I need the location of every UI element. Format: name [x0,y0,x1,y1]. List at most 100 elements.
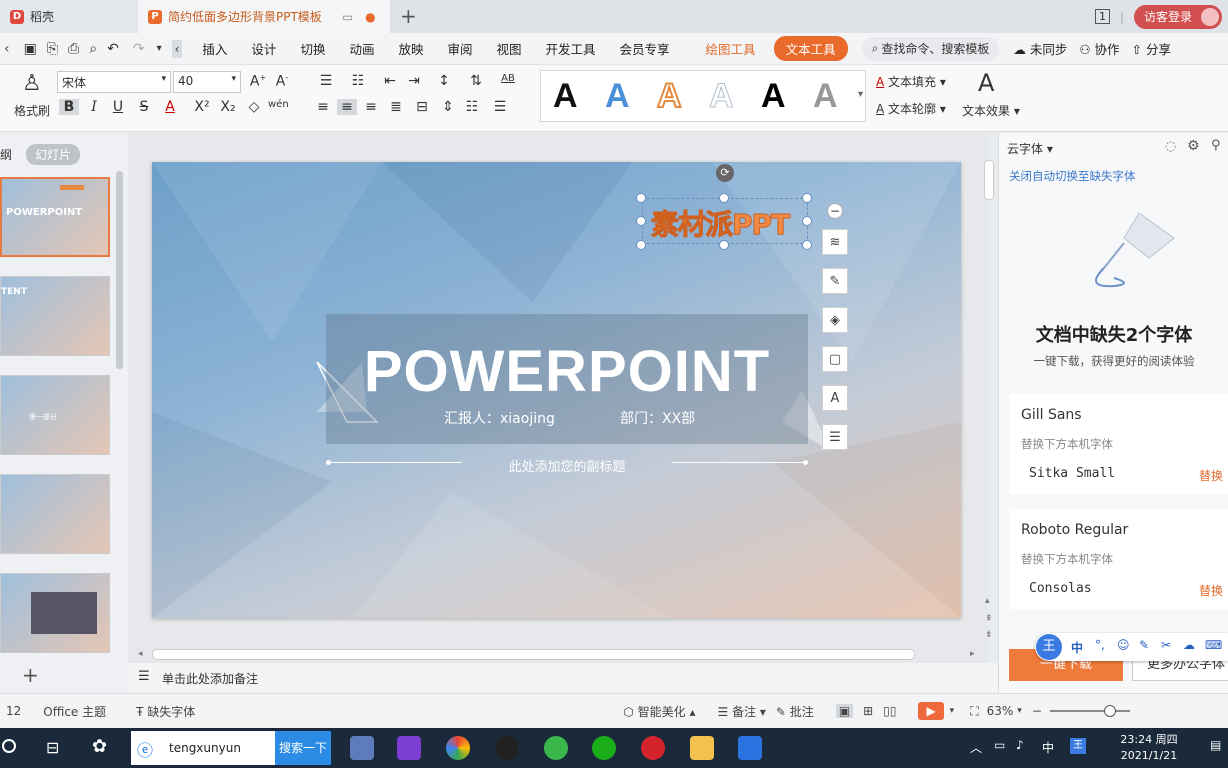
page-count-badge[interactable]: 1 [1094,9,1110,24]
menu-text-tools[interactable]: 文本工具 [773,36,848,61]
wordart-style-3[interactable]: A [656,76,683,116]
wps-writer-icon[interactable] [738,736,762,760]
notes-placeholder[interactable]: 单击此处添加备注 [162,670,258,687]
page-number[interactable]: 12 [6,704,21,718]
text-effect-icon[interactable]: A [978,69,994,97]
border-icon[interactable]: ▢ [822,346,848,372]
share-button[interactable]: ⇧ 分享 [1132,39,1171,58]
tab-document[interactable]: P 简约低面多边形背景PPT模板 ▭ ● [138,0,390,33]
zoom-slider-thumb[interactable] [1103,705,1116,717]
brush-icon[interactable]: ✎ [822,268,848,294]
ime-pen-icon[interactable]: ✎ [1139,638,1149,652]
menu-review[interactable]: 审阅 [447,39,472,58]
ime-logo-icon[interactable]: 王 [1036,634,1062,660]
new-tab-button[interactable]: + [400,4,417,28]
font-card-replacement[interactable]: Consolas [1029,581,1092,596]
shrink-font-icon[interactable]: A- [272,73,292,90]
battery-icon[interactable]: ▭ [994,738,1005,752]
gallery-more-icon[interactable]: ▾ [858,89,863,100]
netease-music-icon[interactable] [641,736,665,760]
rotate-handle-icon[interactable]: ⟳ [716,164,734,182]
menu-design[interactable]: 设计 [251,39,276,58]
ime-punct-icon[interactable]: °, [1095,638,1105,652]
ime-scissors-icon[interactable]: ✂ [1161,638,1171,652]
scroll-right-icon[interactable]: ▸ [970,649,975,659]
clock-time[interactable]: 23:24 周四 [1114,731,1184,747]
resize-handle[interactable] [802,193,812,203]
resize-handle[interactable] [802,216,812,226]
network-app-icon[interactable] [350,736,374,760]
text-effect-button[interactable]: 文本效果 ▾ [962,102,1020,119]
column-icon[interactable]: ☷ [462,99,482,115]
superscript-button[interactable]: X² [192,99,212,115]
ime-toolbar[interactable]: 王 中 °, ☺ ✎ ✂ ☁ ⌨ [1035,633,1228,661]
numbered-list-icon[interactable]: ☷ [348,73,368,89]
ime-lang-label[interactable]: 中 [1071,639,1083,656]
taskbar-search-box[interactable]: ⓔ tengxunyun [131,731,275,765]
volume-icon[interactable]: ♪ [1016,738,1024,752]
resize-handle[interactable] [636,216,646,226]
collapse-icon[interactable]: ‹ [171,39,183,58]
para-spacing-icon[interactable]: ⇕ [438,99,458,115]
tray-up-icon[interactable]: ︿ [970,739,982,756]
qq-icon[interactable] [495,736,519,760]
page-down-icon[interactable]: ⇟ [985,630,993,640]
subscript-button[interactable]: X₂ [218,99,238,115]
slide-panel-scrollbar[interactable] [116,171,123,369]
sync-button[interactable]: ☁ 未同步 [1013,39,1067,58]
shape-fill-icon[interactable]: ◈ [822,307,848,333]
layers-icon[interactable]: ≋ [822,229,848,255]
ime-tray-icon[interactable]: 王 [1070,738,1086,754]
clock-date[interactable]: 2021/1/21 [1114,749,1184,762]
chevron-left-icon[interactable]: ‹ [4,41,10,57]
file-explorer-icon[interactable] [690,736,714,760]
chrome-icon[interactable] [446,736,470,760]
slide-title[interactable]: POWERPOINT [326,338,808,405]
resize-handle[interactable] [802,240,812,250]
app-switch-icon[interactable]: ✿ [92,736,107,757]
undo-icon[interactable]: ↶ [107,41,119,57]
vertical-scrollbar[interactable] [984,160,994,200]
ime-keyboard-icon[interactable]: ⌨ [1205,638,1222,652]
play-options-icon[interactable]: ▾ [950,706,955,716]
resize-handle[interactable] [719,193,729,203]
zoom-slider[interactable] [1049,705,1130,717]
menu-transition[interactable]: 切换 [300,39,325,58]
tab-monitor-icon[interactable]: ▭ [342,10,353,24]
reporter-text[interactable]: 汇报人：xiaojing [444,408,555,428]
reading-view-icon[interactable]: ▯▯ [883,704,896,718]
line-spacing-icon[interactable]: ↕ [434,73,454,89]
cloud-font-header[interactable]: 云字体 ▾ [1007,140,1053,157]
font-card-replacement[interactable]: Sitka Small [1029,466,1115,481]
wechat-icon[interactable] [592,736,616,760]
visual-studio-icon[interactable] [397,736,421,760]
cortana-icon[interactable] [2,739,16,753]
notification-icon[interactable]: ▤ [1210,738,1221,752]
normal-view-icon[interactable]: ▣ [835,704,854,718]
menu-insert[interactable]: 插入 [202,39,227,58]
ab-icon[interactable]: AB [498,73,518,84]
login-button[interactable]: 访客登录 [1133,4,1222,29]
font-color-button[interactable]: A [160,99,180,115]
print-icon[interactable]: ⎙ [68,41,79,57]
watermark-textbox[interactable]: 素材派PPT [642,198,808,244]
input-lang-indicator[interactable]: 中 [1042,739,1054,756]
menu-developer[interactable]: 开发工具 [546,39,596,58]
format-painter-label[interactable]: 格式刷 [14,102,50,119]
menu-animation[interactable]: 动画 [349,39,374,58]
text-layout-icon[interactable]: ☰ [822,424,848,450]
wordart-style-2[interactable]: A [605,77,630,116]
zoom-dropdown-icon[interactable]: ▾ [1017,706,1022,716]
tab-slides[interactable]: 幻灯片 [26,144,81,165]
underline-button[interactable]: U [108,99,128,115]
notes-bar[interactable]: ☰ 单击此处添加备注 [128,663,998,693]
align-right-icon[interactable]: ≡ [361,99,381,115]
customize-dropdown-icon[interactable]: ▾ [157,43,162,54]
tab-outline[interactable]: 纲 [0,146,12,163]
wordart-style-5[interactable]: A [761,77,786,116]
department-text[interactable]: 部门：XX部 [620,408,695,428]
bullet-list-icon[interactable]: ☰ [316,73,336,89]
smart-beautify-button[interactable]: ⬡ 智能美化 ▴ [623,703,695,720]
resize-handle[interactable] [636,193,646,203]
fit-window-icon[interactable]: ⛶ [970,704,978,719]
